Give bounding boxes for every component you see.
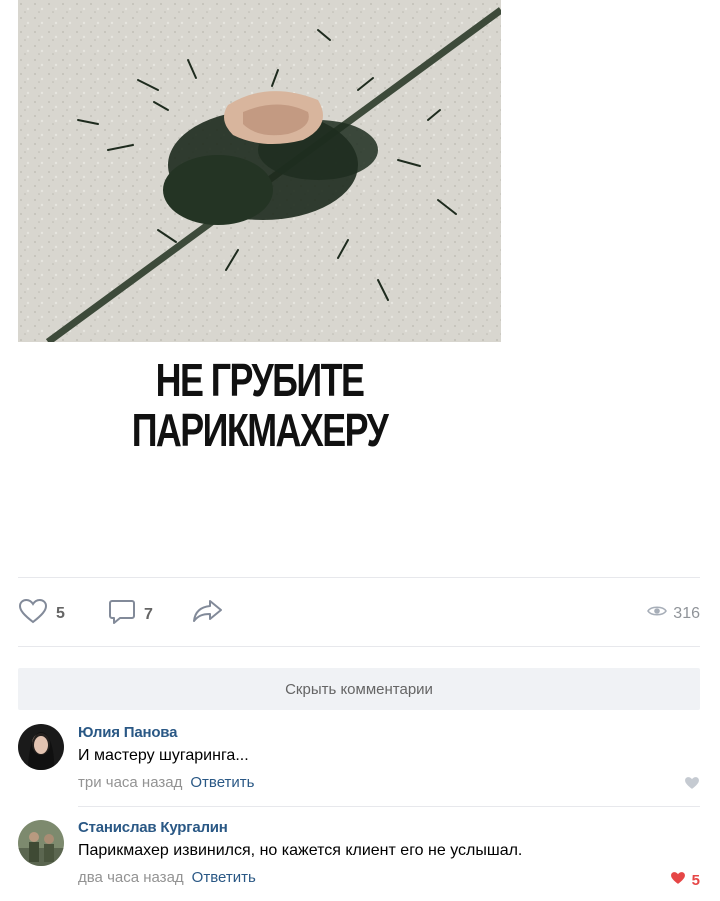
divider: [18, 646, 700, 647]
post-photo[interactable]: [18, 0, 501, 342]
comment-like-button[interactable]: [684, 776, 700, 795]
reply-button[interactable]: Ответить: [192, 869, 256, 886]
views-counter: 316: [647, 604, 700, 623]
comment-text: И мастеру шугаринга...: [78, 747, 249, 764]
heart-icon: [18, 598, 48, 629]
comment-author[interactable]: Юлия Панова: [78, 724, 700, 741]
caption-line-2: ПАРИКМАХЕРУ: [131, 404, 389, 456]
comment-item: Станислав Кургалин Парикмахер извинился,…: [18, 819, 700, 894]
comment-author[interactable]: Станислав Кургалин: [78, 819, 700, 836]
heart-icon: [684, 776, 700, 795]
heart-icon: [670, 871, 686, 890]
views-count: 316: [673, 604, 700, 622]
like-count: 5: [56, 604, 65, 622]
comment-icon: [108, 598, 136, 631]
comment-count: 7: [144, 605, 153, 623]
divider: [18, 577, 700, 578]
eye-icon: [647, 604, 668, 623]
share-button[interactable]: [192, 598, 224, 629]
caption-line-1: НЕ ГРУБИТЕ: [155, 354, 365, 406]
post-actions: 5 7 316: [18, 592, 700, 634]
comment-time[interactable]: два часа назад: [78, 869, 184, 886]
comment-body: Юлия Панова И мастеру шугаринга... три ч…: [78, 724, 700, 791]
reply-button[interactable]: Ответить: [190, 774, 254, 791]
comment-like-button[interactable]: 5: [670, 871, 700, 890]
comment-item: Юлия Панова И мастеру шугаринга... три ч…: [18, 724, 700, 796]
avatar[interactable]: [18, 820, 64, 866]
share-icon: [192, 598, 224, 629]
comment-like-count: 5: [691, 872, 700, 889]
comment-text: Парикмахер извинился, но кажется клиент …: [78, 842, 523, 859]
comment-meta: два часа назад Ответить: [78, 869, 700, 886]
hide-comments-button[interactable]: Скрыть комментарии: [18, 668, 700, 710]
avatar[interactable]: [18, 724, 64, 770]
comment-body: Станислав Кургалин Парикмахер извинился,…: [78, 819, 700, 886]
comment-meta: три часа назад Ответить: [78, 774, 700, 791]
comment-time[interactable]: три часа назад: [78, 774, 182, 791]
divider: [78, 806, 700, 807]
like-button[interactable]: 5: [18, 598, 65, 629]
meme-caption: НЕ ГРУБИТЕ ПАРИКМАХЕРУ: [71, 355, 448, 455]
comment-button[interactable]: 7: [108, 598, 153, 631]
